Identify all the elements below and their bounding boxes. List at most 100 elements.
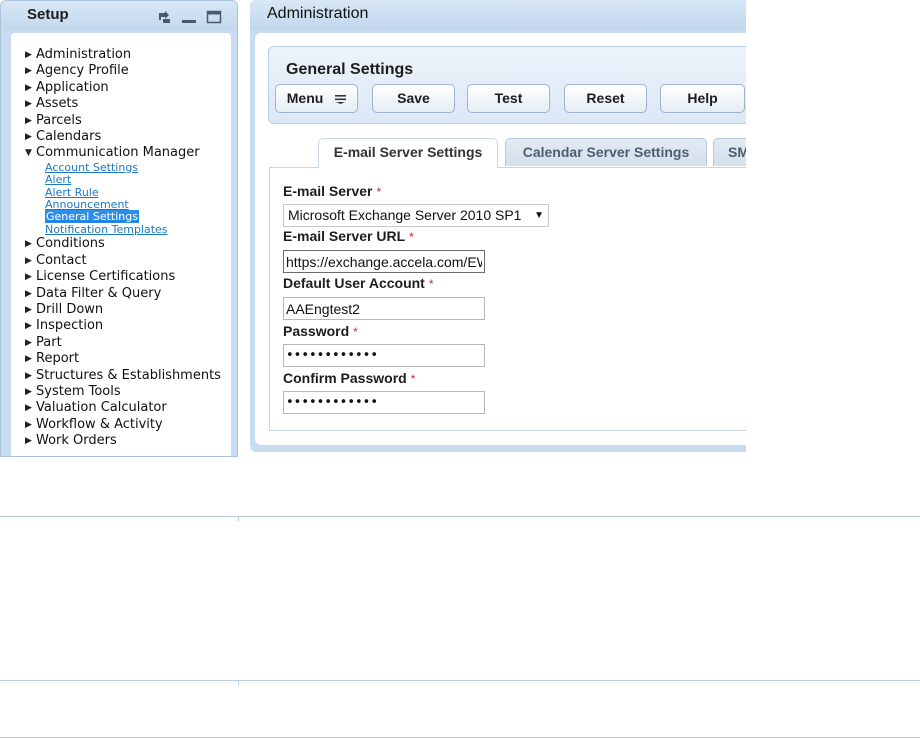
required-mark: * <box>409 230 414 244</box>
tree-node: ▶ Report <box>25 351 230 367</box>
tree-item[interactable]: ▶ Workflow & Activity <box>25 417 230 433</box>
email-server-url-input[interactable] <box>283 250 485 273</box>
divider-line <box>0 516 920 517</box>
triangle-right-icon[interactable]: ▶ <box>25 96 36 112</box>
tree-item-label: Agency Profile <box>36 63 129 79</box>
tree-node: ▶ Drill Down <box>25 302 230 318</box>
triangle-right-icon[interactable]: ▶ <box>25 417 36 433</box>
admin-panel: Administration General Settings Menu Sav… <box>250 0 746 452</box>
sub-item-label: Notification Templates <box>45 222 168 236</box>
tree-node: ▶ License Certifications <box>25 269 230 285</box>
password-input[interactable] <box>283 344 485 367</box>
tree-item[interactable]: ▶ Calendars <box>25 129 230 145</box>
sub-item-label: Alert <box>45 173 72 187</box>
test-button[interactable]: Test <box>467 84 550 113</box>
sub-list: Account Settings Alert Alert Rule Announcem… <box>25 160 230 236</box>
triangle-right-icon[interactable]: ▶ <box>25 400 36 416</box>
tree-item[interactable]: ▶ Agency Profile <box>25 63 230 79</box>
setup-panel: Setup ▶ Administration ▶ Agency Profile ▶ App… <box>0 0 238 457</box>
tree-item[interactable]: ▶ Administration <box>25 47 230 63</box>
default-user-account-input[interactable] <box>283 297 485 320</box>
password-label-text: Password <box>283 323 350 339</box>
triangle-right-icon[interactable]: ▶ <box>25 384 36 400</box>
tree-item[interactable]: ▶ Contact <box>25 253 230 269</box>
tree-item[interactable]: ▶ Valuation Calculator <box>25 400 230 416</box>
refresh-icon[interactable] <box>156 10 172 24</box>
tree-item[interactable]: ▶ Application <box>25 80 230 96</box>
sub-item-link[interactable]: Notification Templates <box>45 222 230 236</box>
tree-item[interactable]: ▼ Communication Manager <box>25 145 230 161</box>
reset-button[interactable]: Reset <box>564 84 647 113</box>
triangle-right-icon[interactable]: ▶ <box>25 433 36 449</box>
triangle-right-icon[interactable]: ▶ <box>25 269 36 285</box>
confirm-password-label-text: Confirm Password <box>283 370 407 386</box>
tree-node: ▶ Data Filter & Query <box>25 286 230 302</box>
tab-email-server-settings[interactable]: E-mail Server Settings <box>318 138 498 168</box>
admin-header: Administration <box>250 0 746 30</box>
tree-item-label: Assets <box>36 96 79 112</box>
tree-item-label: License Certifications <box>36 269 176 285</box>
triangle-right-icon[interactable]: ▶ <box>25 129 36 145</box>
tab-calendar-server-settings[interactable]: Calendar Server Settings <box>505 138 707 166</box>
tree-item[interactable]: ▶ Structures & Establishments <box>25 368 230 384</box>
triangle-right-icon[interactable]: ▶ <box>25 335 36 351</box>
email-server-url-label-text: E-mail Server URL <box>283 228 406 244</box>
tree-item[interactable]: ▶ Work Orders <box>25 433 230 449</box>
triangle-right-icon[interactable]: ▶ <box>25 302 36 318</box>
help-button[interactable]: Help <box>660 84 745 113</box>
tree-item-label: System Tools <box>36 383 121 399</box>
general-settings-toolbar: General Settings Menu Save Test Reset He… <box>268 46 746 124</box>
tree-node: ▶ Inspection <box>25 318 230 334</box>
tree-item[interactable]: ▶ License Certifications <box>25 269 230 285</box>
setup-tree-container: ▶ Administration ▶ Agency Profile ▶ Applicati… <box>11 33 231 456</box>
tree-node: ▶ Valuation Calculator <box>25 400 230 416</box>
tree-node: ▶ Calendars <box>25 129 230 145</box>
tree-node: ▶ Application <box>25 80 230 96</box>
divider-line <box>0 680 920 681</box>
default-user-account-label-text: Default User Account <box>283 275 425 291</box>
tree-item-label: Parcels <box>36 112 82 128</box>
maximize-icon[interactable] <box>206 10 222 24</box>
sub-item-link[interactable]: Account Settings <box>45 160 230 174</box>
triangle-right-icon[interactable]: ▶ <box>25 63 36 79</box>
tree-item[interactable]: ▶ Inspection <box>25 318 230 334</box>
tree-item[interactable]: ▶ Part <box>25 335 230 351</box>
triangle-right-icon[interactable]: ▶ <box>25 80 36 96</box>
tree-item[interactable]: ▶ System Tools <box>25 384 230 400</box>
tree-item-label: Valuation Calculator <box>36 400 167 416</box>
save-button[interactable]: Save <box>372 84 455 113</box>
triangle-right-icon[interactable]: ▶ <box>25 253 36 269</box>
triangle-right-icon[interactable]: ▶ <box>25 368 36 384</box>
triangle-right-icon[interactable]: ▶ <box>25 113 36 129</box>
triangle-right-icon[interactable]: ▶ <box>25 236 36 252</box>
tree-item[interactable]: ▶ Assets <box>25 96 230 112</box>
tree-item-label: Conditions <box>36 236 105 252</box>
tree-item[interactable]: ▶ Drill Down <box>25 302 230 318</box>
tab-sms[interactable]: SMS <box>713 138 746 166</box>
tree-item[interactable]: ▶ Parcels <box>25 113 230 129</box>
menu-button[interactable]: Menu <box>275 84 358 113</box>
tree-node: ▶ Structures & Establishments <box>25 368 230 384</box>
minimize-icon[interactable] <box>181 10 197 24</box>
triangle-right-icon[interactable]: ▶ <box>25 286 36 302</box>
tree-item-label: Part <box>36 334 62 350</box>
sub-item-label: Account Settings <box>45 160 139 174</box>
tree-node: ▶ Parcels <box>25 113 230 129</box>
triangle-right-icon[interactable]: ▶ <box>25 318 36 334</box>
tree-item[interactable]: ▶ Conditions <box>25 236 230 252</box>
tree-item-label: Work Orders <box>36 433 117 449</box>
confirm-password-input[interactable] <box>283 391 485 414</box>
triangle-right-icon[interactable]: ▶ <box>25 351 36 367</box>
tree-item[interactable]: ▶ Data Filter & Query <box>25 286 230 302</box>
sub-item-label: Announcement <box>45 198 129 212</box>
menu-lines-icon <box>335 94 347 104</box>
tree-item-label: Workflow & Activity <box>36 416 163 432</box>
default-user-account-label: Default User Account * <box>283 275 434 291</box>
tree-item[interactable]: ▶ Report <box>25 351 230 367</box>
triangle-right-icon[interactable]: ▶ <box>25 47 36 63</box>
email-server-url-label: E-mail Server URL * <box>283 228 414 244</box>
tree-node: ▶ Workflow & Activity <box>25 417 230 433</box>
triangle-down-icon[interactable]: ▼ <box>25 145 36 161</box>
email-server-select[interactable]: Microsoft Exchange Server 2010 SP1 ▼ <box>283 204 549 227</box>
tree-node: ▶ Work Orders <box>25 433 230 449</box>
